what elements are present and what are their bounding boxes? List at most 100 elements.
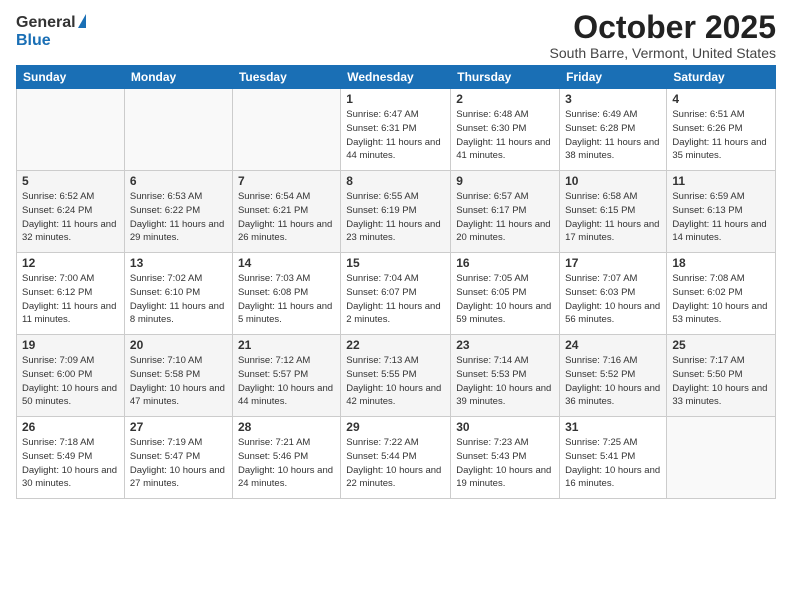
day-number: 21 bbox=[238, 338, 335, 352]
day-number: 31 bbox=[565, 420, 661, 434]
title-block: October 2025 South Barre, Vermont, Unite… bbox=[550, 10, 776, 61]
day-info: Sunrise: 6:49 AM Sunset: 6:28 PM Dayligh… bbox=[565, 108, 661, 163]
calendar-cell: 6Sunrise: 6:53 AM Sunset: 6:22 PM Daylig… bbox=[124, 171, 232, 253]
day-number: 27 bbox=[130, 420, 227, 434]
calendar-cell: 4Sunrise: 6:51 AM Sunset: 6:26 PM Daylig… bbox=[667, 89, 776, 171]
day-number: 16 bbox=[456, 256, 554, 270]
day-number: 29 bbox=[346, 420, 445, 434]
month-title: October 2025 bbox=[550, 10, 776, 45]
day-number: 6 bbox=[130, 174, 227, 188]
day-number: 23 bbox=[456, 338, 554, 352]
day-info: Sunrise: 6:57 AM Sunset: 6:17 PM Dayligh… bbox=[456, 190, 554, 245]
day-number: 25 bbox=[672, 338, 770, 352]
day-info: Sunrise: 7:14 AM Sunset: 5:53 PM Dayligh… bbox=[456, 354, 554, 409]
day-info: Sunrise: 7:08 AM Sunset: 6:02 PM Dayligh… bbox=[672, 272, 770, 327]
day-info: Sunrise: 7:12 AM Sunset: 5:57 PM Dayligh… bbox=[238, 354, 335, 409]
header-friday: Friday bbox=[560, 66, 667, 89]
calendar-week-row-3: 19 Sunrise: 7:09 AM Sunset: 6:00 PM Dayli… bbox=[17, 335, 776, 417]
day-number: 1 bbox=[346, 92, 445, 106]
calendar-cell: 18 Sunrise: 7:08 AM Sunset: 6:02 PM Dayli… bbox=[667, 253, 776, 335]
calendar-week-row-0: 1 Sunrise: 6:47 AM Sunset: 6:31 PM Daylig… bbox=[17, 89, 776, 171]
header-thursday: Thursday bbox=[451, 66, 560, 89]
day-number: 24 bbox=[565, 338, 661, 352]
calendar-cell: 12Sunrise: 7:00 AM Sunset: 6:12 PM Dayli… bbox=[17, 253, 125, 335]
day-number: 8 bbox=[346, 174, 445, 188]
calendar-cell: 19 Sunrise: 7:09 AM Sunset: 6:00 PM Dayli… bbox=[17, 335, 125, 417]
logo-blue: Blue bbox=[16, 32, 51, 50]
day-info: Sunrise: 7:13 AM Sunset: 5:55 PM Dayligh… bbox=[346, 354, 445, 409]
calendar-cell: 8 Sunrise: 6:55 AM Sunset: 6:19 PM Daylig… bbox=[341, 171, 451, 253]
day-info: Sunrise: 7:07 AM Sunset: 6:03 PM Dayligh… bbox=[565, 272, 661, 327]
day-info: Sunrise: 7:16 AM Sunset: 5:52 PM Dayligh… bbox=[565, 354, 661, 409]
calendar-cell: 9 Sunrise: 6:57 AM Sunset: 6:17 PM Daylig… bbox=[451, 171, 560, 253]
day-number: 11 bbox=[672, 174, 770, 188]
header-sunday: Sunday bbox=[17, 66, 125, 89]
calendar-cell: 24 Sunrise: 7:16 AM Sunset: 5:52 PM Dayli… bbox=[560, 335, 667, 417]
calendar-cell: 30Sunrise: 7:23 AM Sunset: 5:43 PM Dayli… bbox=[451, 417, 560, 499]
calendar-cell: 22Sunrise: 7:13 AM Sunset: 5:55 PM Dayli… bbox=[341, 335, 451, 417]
day-info: Sunrise: 6:47 AM Sunset: 6:31 PM Dayligh… bbox=[346, 108, 445, 163]
day-info: Sunrise: 7:19 AM Sunset: 5:47 PM Dayligh… bbox=[130, 436, 227, 491]
day-info: Sunrise: 7:22 AM Sunset: 5:44 PM Dayligh… bbox=[346, 436, 445, 491]
calendar-cell: 23 Sunrise: 7:14 AM Sunset: 5:53 PM Dayli… bbox=[451, 335, 560, 417]
calendar-cell: 31Sunrise: 7:25 AM Sunset: 5:41 PM Dayli… bbox=[560, 417, 667, 499]
day-info: Sunrise: 7:05 AM Sunset: 6:05 PM Dayligh… bbox=[456, 272, 554, 327]
calendar-cell: 5 Sunrise: 6:52 AM Sunset: 6:24 PM Daylig… bbox=[17, 171, 125, 253]
calendar-week-row-1: 5 Sunrise: 6:52 AM Sunset: 6:24 PM Daylig… bbox=[17, 171, 776, 253]
day-number: 28 bbox=[238, 420, 335, 434]
day-info: Sunrise: 6:55 AM Sunset: 6:19 PM Dayligh… bbox=[346, 190, 445, 245]
calendar-cell: 14 Sunrise: 7:03 AM Sunset: 6:08 PM Dayli… bbox=[232, 253, 340, 335]
calendar-cell bbox=[667, 417, 776, 499]
logo: General Blue bbox=[16, 10, 86, 50]
calendar-cell: 1 Sunrise: 6:47 AM Sunset: 6:31 PM Daylig… bbox=[341, 89, 451, 171]
day-number: 2 bbox=[456, 92, 554, 106]
calendar-cell: 15 Sunrise: 7:04 AM Sunset: 6:07 PM Dayli… bbox=[341, 253, 451, 335]
calendar-cell: 2 Sunrise: 6:48 AM Sunset: 6:30 PM Daylig… bbox=[451, 89, 560, 171]
calendar-cell: 27 Sunrise: 7:19 AM Sunset: 5:47 PM Dayli… bbox=[124, 417, 232, 499]
day-info: Sunrise: 7:03 AM Sunset: 6:08 PM Dayligh… bbox=[238, 272, 335, 327]
calendar-cell bbox=[232, 89, 340, 171]
logo-general: General bbox=[16, 14, 76, 32]
location-title: South Barre, Vermont, United States bbox=[550, 45, 776, 61]
calendar-week-row-4: 26 Sunrise: 7:18 AM Sunset: 5:49 PM Dayli… bbox=[17, 417, 776, 499]
day-info: Sunrise: 6:52 AM Sunset: 6:24 PM Dayligh… bbox=[22, 190, 119, 245]
day-info: Sunrise: 7:04 AM Sunset: 6:07 PM Dayligh… bbox=[346, 272, 445, 327]
calendar-cell: 7 Sunrise: 6:54 AM Sunset: 6:21 PM Daylig… bbox=[232, 171, 340, 253]
day-info: Sunrise: 7:02 AM Sunset: 6:10 PM Dayligh… bbox=[130, 272, 227, 327]
day-number: 26 bbox=[22, 420, 119, 434]
calendar-cell: 17Sunrise: 7:07 AM Sunset: 6:03 PM Dayli… bbox=[560, 253, 667, 335]
day-info: Sunrise: 7:09 AM Sunset: 6:00 PM Dayligh… bbox=[22, 354, 119, 409]
day-info: Sunrise: 7:18 AM Sunset: 5:49 PM Dayligh… bbox=[22, 436, 119, 491]
day-info: Sunrise: 6:48 AM Sunset: 6:30 PM Dayligh… bbox=[456, 108, 554, 163]
day-number: 5 bbox=[22, 174, 119, 188]
header-monday: Monday bbox=[124, 66, 232, 89]
header-wednesday: Wednesday bbox=[341, 66, 451, 89]
day-number: 19 bbox=[22, 338, 119, 352]
calendar-cell: 11 Sunrise: 6:59 AM Sunset: 6:13 PM Dayli… bbox=[667, 171, 776, 253]
day-number: 9 bbox=[456, 174, 554, 188]
calendar-cell: 16 Sunrise: 7:05 AM Sunset: 6:05 PM Dayli… bbox=[451, 253, 560, 335]
calendar-cell: 28Sunrise: 7:21 AM Sunset: 5:46 PM Dayli… bbox=[232, 417, 340, 499]
calendar-cell bbox=[124, 89, 232, 171]
day-number: 14 bbox=[238, 256, 335, 270]
calendar-cell: 10 Sunrise: 6:58 AM Sunset: 6:15 PM Dayli… bbox=[560, 171, 667, 253]
calendar-cell: 21 Sunrise: 7:12 AM Sunset: 5:57 PM Dayli… bbox=[232, 335, 340, 417]
day-number: 18 bbox=[672, 256, 770, 270]
day-number: 13 bbox=[130, 256, 227, 270]
calendar-cell: 13 Sunrise: 7:02 AM Sunset: 6:10 PM Dayli… bbox=[124, 253, 232, 335]
header-saturday: Saturday bbox=[667, 66, 776, 89]
calendar-cell bbox=[17, 89, 125, 171]
day-number: 7 bbox=[238, 174, 335, 188]
calendar-cell: 26 Sunrise: 7:18 AM Sunset: 5:49 PM Dayli… bbox=[17, 417, 125, 499]
calendar-cell: 29 Sunrise: 7:22 AM Sunset: 5:44 PM Dayli… bbox=[341, 417, 451, 499]
day-info: Sunrise: 7:00 AM Sunset: 6:12 PM Dayligh… bbox=[22, 272, 119, 327]
day-info: Sunrise: 6:54 AM Sunset: 6:21 PM Dayligh… bbox=[238, 190, 335, 245]
day-number: 20 bbox=[130, 338, 227, 352]
day-number: 3 bbox=[565, 92, 661, 106]
calendar-cell: 25Sunrise: 7:17 AM Sunset: 5:50 PM Dayli… bbox=[667, 335, 776, 417]
day-number: 15 bbox=[346, 256, 445, 270]
day-number: 10 bbox=[565, 174, 661, 188]
day-info: Sunrise: 6:59 AM Sunset: 6:13 PM Dayligh… bbox=[672, 190, 770, 245]
day-info: Sunrise: 6:58 AM Sunset: 6:15 PM Dayligh… bbox=[565, 190, 661, 245]
calendar: Sunday Monday Tuesday Wednesday Thursday… bbox=[16, 65, 776, 499]
